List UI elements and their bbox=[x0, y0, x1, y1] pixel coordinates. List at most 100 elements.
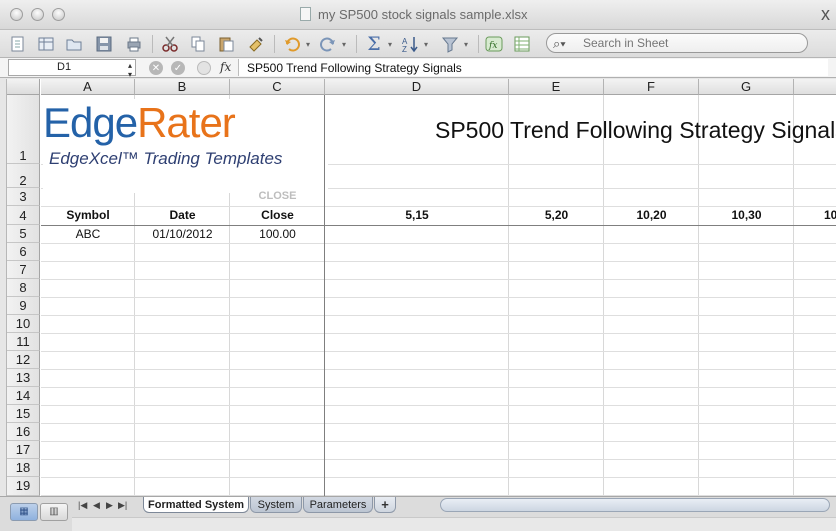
redo-dropdown-icon[interactable]: ▾ bbox=[342, 40, 346, 49]
svg-text:Z: Z bbox=[402, 45, 407, 53]
filter-dropdown-icon[interactable]: ▾ bbox=[464, 40, 468, 49]
chevron-updown-icon[interactable]: ▴ ▾ bbox=[128, 61, 132, 79]
name-box[interactable]: D1 ▴ ▾ bbox=[8, 59, 136, 79]
row-header-17[interactable]: 17 bbox=[7, 441, 40, 459]
confirm-entry-icon[interactable]: ✓ bbox=[171, 61, 185, 75]
column-header-a[interactable]: A bbox=[41, 79, 135, 95]
cut-icon[interactable] bbox=[160, 34, 180, 54]
gridline bbox=[41, 315, 836, 316]
gridline bbox=[41, 387, 836, 388]
column-header-h[interactable] bbox=[794, 79, 836, 95]
row-header-8[interactable]: 8 bbox=[7, 279, 40, 297]
row-header-5[interactable]: 5 bbox=[7, 225, 40, 243]
freeze-pane-horizontal bbox=[41, 225, 836, 226]
horizontal-scrollbar[interactable] bbox=[440, 498, 830, 512]
undo-icon[interactable] bbox=[282, 34, 302, 54]
undo-dropdown-icon[interactable]: ▾ bbox=[306, 40, 310, 49]
sheet-title-cell-d1[interactable]: SP500 Trend Following Strategy Signals bbox=[435, 117, 836, 144]
insert-function-toggle-icon[interactable] bbox=[197, 61, 211, 75]
print-icon[interactable] bbox=[124, 34, 144, 54]
row-header-1[interactable]: 1 bbox=[7, 95, 40, 164]
page-layout-view-icon[interactable]: ▥ bbox=[40, 503, 68, 521]
autosum-dropdown-icon[interactable]: ▾ bbox=[388, 40, 392, 49]
column-header-f[interactable]: F bbox=[604, 79, 699, 95]
column-header-g[interactable]: G bbox=[699, 79, 794, 95]
row-header-7[interactable]: 7 bbox=[7, 261, 40, 279]
autosum-icon[interactable]: Σ bbox=[364, 33, 384, 55]
sheet-tab-parameters[interactable]: Parameters bbox=[303, 497, 373, 513]
cell-h4[interactable]: 10 bbox=[794, 208, 836, 222]
search-field[interactable]: ⌕▾ bbox=[546, 33, 808, 53]
cancel-entry-icon[interactable]: ✕ bbox=[149, 61, 163, 75]
cell-a5[interactable]: ABC bbox=[41, 227, 135, 241]
cell-f4[interactable]: 10,20 bbox=[604, 208, 699, 222]
format-painter-icon[interactable] bbox=[246, 34, 266, 54]
column-header-b[interactable]: B bbox=[135, 79, 230, 95]
cell-e4[interactable]: 5,20 bbox=[509, 208, 604, 222]
gridline bbox=[508, 95, 509, 496]
row-header-10[interactable]: 10 bbox=[7, 315, 40, 333]
redo-icon[interactable] bbox=[318, 34, 338, 54]
row-header-3[interactable]: 3 bbox=[7, 188, 40, 206]
row-header-14[interactable]: 14 bbox=[7, 387, 40, 405]
cell-a4[interactable]: Symbol bbox=[41, 208, 135, 222]
row-header-12[interactable]: 12 bbox=[7, 351, 40, 369]
row-header-11[interactable]: 11 bbox=[7, 333, 40, 351]
paste-icon[interactable] bbox=[216, 34, 236, 54]
row-header-18[interactable]: 18 bbox=[7, 459, 40, 477]
cell-b4[interactable]: Date bbox=[135, 208, 230, 222]
cell-b5[interactable]: 01/10/2012 bbox=[135, 227, 230, 241]
next-sheet-icon[interactable]: ▶ bbox=[106, 500, 113, 511]
gridline bbox=[41, 405, 836, 406]
cell-d4[interactable]: 5,15 bbox=[325, 208, 509, 222]
sort-icon[interactable]: AZ bbox=[400, 34, 420, 54]
column-header-c[interactable]: C bbox=[230, 79, 325, 95]
toolbar-separator bbox=[356, 35, 357, 53]
row-header-9[interactable]: 9 bbox=[7, 297, 40, 315]
sheet-tab-system[interactable]: System bbox=[250, 497, 302, 513]
cell-c4[interactable]: Close bbox=[230, 208, 325, 222]
minimize-window-button[interactable] bbox=[31, 8, 44, 21]
new-icon[interactable] bbox=[8, 34, 28, 54]
filter-icon[interactable] bbox=[440, 34, 460, 54]
fx-label[interactable]: fx bbox=[220, 60, 231, 74]
row-header-19[interactable]: 19 bbox=[7, 477, 40, 496]
gridline bbox=[41, 206, 836, 207]
cell-g4[interactable]: 10,30 bbox=[699, 208, 794, 222]
add-sheet-button[interactable]: + bbox=[374, 497, 396, 513]
close-icon[interactable]: x bbox=[821, 4, 830, 25]
gallery-icon[interactable] bbox=[512, 34, 532, 54]
sheet-tab-formatted-system[interactable]: Formatted System bbox=[143, 497, 249, 513]
search-input[interactable] bbox=[583, 36, 799, 50]
logo-wordmark: EdgeRater bbox=[43, 99, 236, 146]
gridline bbox=[41, 333, 836, 334]
function-icon[interactable]: fx bbox=[484, 34, 504, 54]
row-header-13[interactable]: 13 bbox=[7, 369, 40, 387]
zoom-window-button[interactable] bbox=[52, 8, 65, 21]
sort-dropdown-icon[interactable]: ▾ bbox=[424, 40, 428, 49]
close-window-button[interactable] bbox=[10, 8, 23, 21]
gridline bbox=[41, 459, 836, 460]
cell-c3[interactable]: CLOSE bbox=[230, 190, 325, 202]
row-header-15[interactable]: 15 bbox=[7, 405, 40, 423]
formula-input[interactable]: SP500 Trend Following Strategy Signals bbox=[238, 59, 828, 76]
column-header-e[interactable]: E bbox=[509, 79, 604, 95]
open-icon[interactable] bbox=[64, 34, 84, 54]
templates-icon[interactable] bbox=[36, 34, 56, 54]
status-bar bbox=[72, 517, 836, 531]
column-header-d[interactable]: D bbox=[325, 79, 509, 95]
prev-sheet-icon[interactable]: ◀ bbox=[93, 500, 100, 511]
row-header-16[interactable]: 16 bbox=[7, 423, 40, 441]
row-header-4[interactable]: 4 bbox=[7, 206, 40, 225]
first-sheet-icon[interactable]: |◀ bbox=[78, 500, 87, 511]
last-sheet-icon[interactable]: ▶| bbox=[118, 500, 127, 511]
row-header-2[interactable]: 2 bbox=[7, 164, 40, 188]
copy-icon[interactable] bbox=[188, 34, 208, 54]
gridline bbox=[793, 95, 794, 496]
cell-c5[interactable]: 100.00 bbox=[230, 227, 325, 241]
normal-view-icon[interactable]: ▦ bbox=[10, 503, 38, 521]
save-icon[interactable] bbox=[94, 34, 114, 54]
select-all-corner[interactable] bbox=[7, 79, 40, 95]
row-header-6[interactable]: 6 bbox=[7, 243, 40, 261]
worksheet-grid[interactable]: A B C D E F G 1 2 3 4 5 6 7 8 9 10 11 12… bbox=[6, 79, 836, 496]
